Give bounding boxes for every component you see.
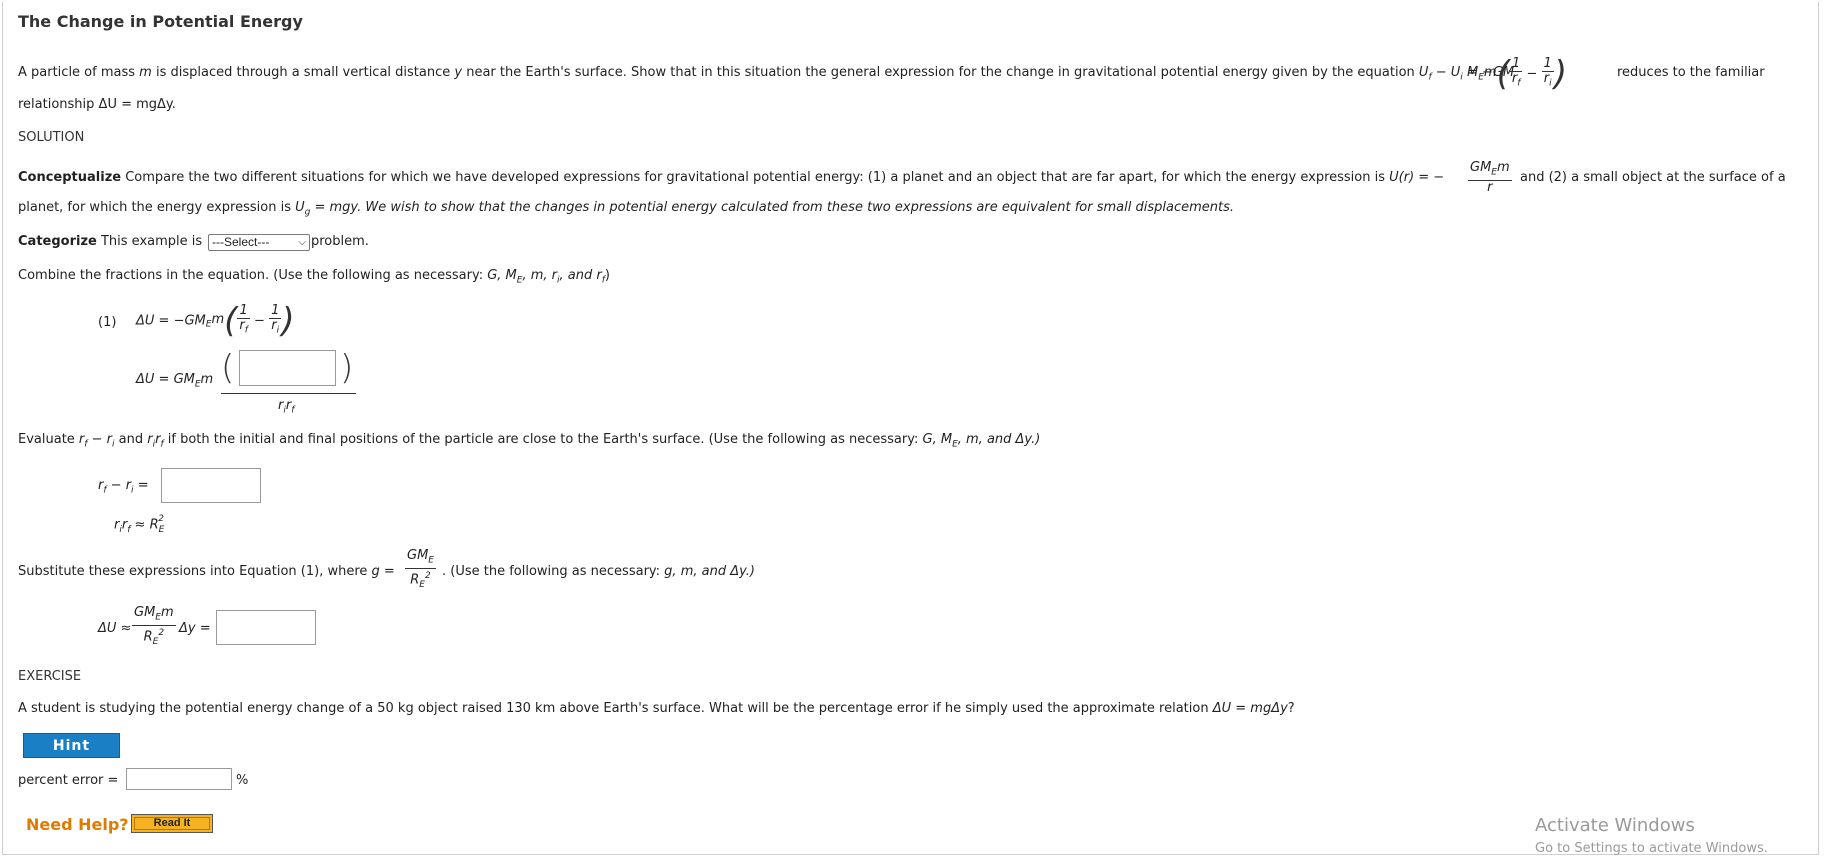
intro-equation-tail: MEm(1 rf − 1 ri) xyxy=(1467,53,1568,94)
percent-unit: % xyxy=(236,773,249,788)
hint-button[interactable]: Hint xyxy=(23,733,120,758)
conceptualize-text: Compare the two different situations for… xyxy=(121,170,1390,185)
read-it-button[interactable]: Read It xyxy=(131,814,213,833)
categorize-line: Categorize This example is xyxy=(18,234,202,249)
substitute-instruction: Substitute these expressions into Equati… xyxy=(18,564,395,579)
g-fraction: GME RE2 xyxy=(405,548,436,590)
categorize-after: problem. xyxy=(311,234,369,249)
problem-frame xyxy=(2,2,1819,855)
delta-u-input[interactable] xyxy=(216,610,316,645)
combine-text: Combine the fractions in the equation. (… xyxy=(18,268,488,283)
substitute-instruction-b: . (Use the following as necessary: g, m,… xyxy=(442,564,755,579)
conceptualize-line2-a: planet, for which the energy expression … xyxy=(18,200,296,215)
evaluate-instruction: Evaluate rf − ri and rirf if both the in… xyxy=(18,432,1041,450)
select-value: ---Select--- xyxy=(212,235,270,249)
evaluate-text-a: Evaluate xyxy=(18,432,79,447)
left-paren: ( xyxy=(221,348,235,388)
need-help-label: Need Help? xyxy=(26,815,129,834)
rf-minus-ri-label: rf − ri = xyxy=(98,478,149,496)
combine-tail: ) xyxy=(604,268,610,283)
substitute-lhs: ΔU ≈ xyxy=(98,621,132,636)
activate-windows-title: Activate Windows xyxy=(1535,815,1695,836)
equation-uf: Uf − Ui xyxy=(1418,65,1463,83)
ug-symbol: Ug xyxy=(295,200,311,218)
problem-type-select[interactable]: ---Select--- ⌵ xyxy=(208,234,310,251)
exercise-relation: ΔU = mgΔy xyxy=(1212,701,1288,716)
substitute-mid: Δy = xyxy=(179,621,211,636)
substitute-text-a: Substitute these expressions into Equati… xyxy=(18,564,372,579)
activate-windows-subtitle: Go to Settings to activate Windows. xyxy=(1535,841,1768,856)
exercise-body: A student is studying the potential ener… xyxy=(18,701,1213,716)
eq1-line2-lhs: ΔU = GM xyxy=(136,372,195,387)
evaluate-text-c: if both the initial and final positions … xyxy=(163,432,923,447)
chevron-down-icon: ⌵ xyxy=(298,237,306,248)
categorize-label: Categorize xyxy=(18,234,97,249)
substitute-text-b: . (Use the following as necessary: xyxy=(442,564,665,579)
intro-tail-text: reduces to the familiar xyxy=(1617,65,1765,80)
evaluate-vars: G, M xyxy=(922,432,953,447)
combine-vars-end: , m, r xyxy=(522,268,558,283)
right-paren: ) xyxy=(340,348,354,388)
evaluate-text-b: and xyxy=(114,432,148,447)
substitute-fraction: GMEm RE2 xyxy=(132,605,176,647)
equals-sign: = xyxy=(133,478,149,493)
categorize-text: This example is xyxy=(96,234,203,249)
eq1-lhs: ΔU = −GM xyxy=(136,313,206,329)
distance-symbol: y xyxy=(454,65,463,80)
combine-instruction: Combine the fractions in the equation. (… xyxy=(18,268,610,286)
solution-heading: SOLUTION xyxy=(18,130,85,145)
u-of-r: U(r) = − xyxy=(1389,170,1445,185)
approx-re: ≈ R xyxy=(134,517,159,533)
g-equals: g = xyxy=(371,564,395,579)
page-title: The Change in Potential Energy xyxy=(18,12,303,31)
read-it-label: Read It xyxy=(153,817,191,829)
exercise-end: ? xyxy=(1287,701,1295,716)
evaluate-vars-end: , m, and Δy.) xyxy=(957,432,1041,447)
combine-vars: G, M xyxy=(487,268,517,283)
conceptualize-line2-b: = mgy. We wish to show that the changes … xyxy=(310,200,1234,215)
combined-numerator-input[interactable] xyxy=(239,350,336,386)
conceptualize-text-2: and (2) a small object at the surface of… xyxy=(1520,170,1786,185)
exercise-text: A student is studying the potential ener… xyxy=(18,701,1295,716)
percent-error-label: percent error = xyxy=(18,773,119,788)
gmm-over-r-fraction: GMEm r xyxy=(1468,160,1512,195)
intro-text: A particle of mass xyxy=(18,65,140,80)
conceptualize-label: Conceptualize xyxy=(18,170,122,185)
intro-text-2: is displaced through a small vertical di… xyxy=(151,65,455,80)
substitute-vars: g, m, and Δy.) xyxy=(664,564,755,579)
intro-text-3: near the Earth's surface. Show that in t… xyxy=(462,65,1419,80)
equation1-line2: ΔU = GMEm xyxy=(136,372,214,390)
equation1-line1: ΔU = −GMEm(1 rf − 1 ri) xyxy=(136,300,295,341)
mass-symbol: m xyxy=(139,65,152,80)
fraction-bar xyxy=(221,393,356,394)
intro-line2: relationship ΔU = mgΔy. xyxy=(18,97,176,112)
rf-minus-ri-input[interactable] xyxy=(161,468,261,503)
problem-intro: A particle of mass m is displaced throug… xyxy=(18,65,1514,83)
ri-rf-approx: rirf ≈ RE2 xyxy=(114,514,165,535)
equation-number: (1) xyxy=(98,315,117,330)
conceptualize-line1: Conceptualize Compare the two different … xyxy=(18,170,1444,185)
eq1-denominator: rirf xyxy=(278,398,295,416)
exercise-heading: EXERCISE xyxy=(18,669,82,684)
percent-error-input[interactable] xyxy=(126,768,232,790)
conceptualize-line2: planet, for which the energy expression … xyxy=(18,200,1234,218)
